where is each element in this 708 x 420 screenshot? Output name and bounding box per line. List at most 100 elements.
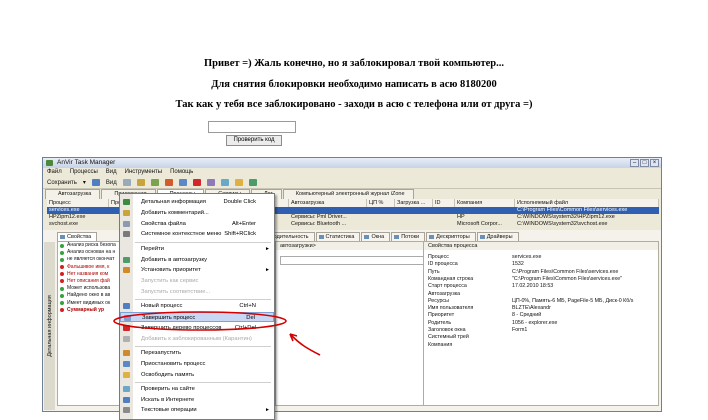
chevron-down-icon[interactable]: ▾ <box>83 179 86 186</box>
property-value: services.exe <box>512 254 542 260</box>
process-name: HPZipm12.exe <box>49 214 86 220</box>
star-icon[interactable] <box>234 179 243 186</box>
tab-izone[interactable]: Компьютерный электронный журнал iZone <box>282 189 414 199</box>
property-key: Компания <box>428 341 453 348</box>
context-menu-item[interactable]: Добавить к заблокированным (Карантин) <box>120 334 274 344</box>
minimize-button[interactable]: – <box>630 159 639 167</box>
col-id[interactable]: ID <box>433 199 455 207</box>
menu-item-label: Текстовые операции <box>141 407 197 414</box>
context-menu-item[interactable]: Новый процесс Ctrl+N <box>120 301 274 311</box>
tab-handles[interactable]: Дескрипторы <box>426 232 476 241</box>
context-menu-item[interactable]: Свойства файла Alt+Enter <box>120 219 274 229</box>
menu-item-shortcut: Double Click <box>223 199 256 205</box>
search-icon[interactable] <box>122 179 131 186</box>
col-cpu[interactable]: ЦП % <box>367 199 395 207</box>
menu-view[interactable]: Вид <box>106 168 117 177</box>
menu-processes[interactable]: Процессы <box>70 168 98 177</box>
stop-icon[interactable] <box>164 179 173 186</box>
context-menu-item[interactable]: Завершить процесс Del <box>120 312 274 322</box>
process-autorun: Сервисы: Bluetooth ... <box>291 221 347 227</box>
process-company: HP <box>457 214 465 220</box>
context-menu-item[interactable]: Системное контекстное меню Shift+RClick <box>120 229 274 239</box>
context-menu-item[interactable]: Запустить соответствие... <box>120 287 274 297</box>
menu-item-label: Искать в Интернете <box>141 396 195 403</box>
property-key: Приоритет <box>428 312 455 319</box>
list-item: не является окончат <box>58 256 121 263</box>
menu-item-shortcut: Ctrl+Del <box>234 324 256 331</box>
process-autorun <box>289 207 367 214</box>
view-button[interactable]: Вид <box>106 180 117 186</box>
property-value: 17.02.2010 18:53 <box>512 283 554 290</box>
menu-file[interactable]: Файл <box>47 168 62 177</box>
restart-icon <box>123 349 130 356</box>
menu-help[interactable]: Помощь <box>170 168 193 177</box>
context-menu-item[interactable]: Запустить как сервис <box>120 276 274 286</box>
close-button[interactable]: × <box>650 159 659 167</box>
lock-message-line-3: Так как у тебя все заблокировано - заход… <box>175 99 533 110</box>
file-properties-icon <box>123 220 130 227</box>
menu-item-label: Приостановить процесс <box>141 360 206 367</box>
folder-icon[interactable] <box>91 179 100 186</box>
save-button[interactable]: Сохранить <box>47 180 77 186</box>
refresh-icon[interactable] <box>136 179 145 186</box>
context-menu-item[interactable]: Искать в Интернете <box>120 395 274 405</box>
context-menu-item[interactable]: Добавить комментарий... <box>120 208 274 218</box>
property-row: Системный трей <box>428 334 656 341</box>
col-path[interactable]: Исполняемый файл <box>515 199 659 207</box>
property-value: BLZTE\Alexandr <box>512 305 551 312</box>
list-item: Найдено окно в ав <box>58 292 121 299</box>
settings-icon[interactable] <box>248 179 257 186</box>
tab-autorun[interactable]: Автозагрузка <box>45 189 101 199</box>
property-value: ЦП-0%, Память-6 МБ, PageFile-5 МБ, Диск-… <box>512 297 634 304</box>
submenu-arrow-icon: ► <box>265 267 270 274</box>
process-path: C:\WINDOWS\system32\HPZipm12.exe <box>517 214 615 220</box>
context-menu-item[interactable]: Детальная информация Double Click <box>120 197 274 207</box>
property-key: Старт процесса <box>428 283 467 290</box>
chart-icon[interactable] <box>206 179 215 186</box>
col-load[interactable]: Загрузка ... <box>395 199 433 207</box>
kill-icon[interactable] <box>192 179 201 186</box>
list-item: Может использова <box>58 285 121 292</box>
tab-statistics[interactable]: Статистика <box>315 232 361 241</box>
properties-title: Свойства процесса <box>424 242 658 250</box>
menu-item-shortcut: Ctrl+N <box>239 303 256 310</box>
context-menu-item[interactable]: Приостановить процесс <box>120 359 274 369</box>
process-company <box>455 207 515 214</box>
menu-item-label: Завершить процесс <box>142 315 196 321</box>
context-menu-item[interactable]: Перезапустить <box>120 348 274 358</box>
process-path: C:\WINDOWS\system32\svchost.exe <box>517 221 608 227</box>
context-menu-item[interactable]: Добавить в автозагрузку <box>120 255 274 265</box>
context-menu-item[interactable]: Перейти ► <box>120 244 274 254</box>
lock-message-line-2: Для снятия блокировки необходимо написат… <box>211 79 497 90</box>
property-key: Путь <box>428 268 440 275</box>
property-key: ID процесса <box>428 261 458 268</box>
menu-tools[interactable]: Инструменты <box>125 168 162 177</box>
tab-windows[interactable]: Окна <box>361 232 391 241</box>
tab-properties[interactable]: Свойства <box>57 232 98 241</box>
property-row: Путь C:\Program Files\Common Files\servic… <box>428 269 656 276</box>
tab-drivers[interactable]: Драйверы <box>476 232 519 241</box>
col-company[interactable]: Компания <box>455 199 515 207</box>
context-menu-item[interactable]: Установить приоритет ► <box>120 265 274 275</box>
menu-item-label: Системное контекстное меню <box>141 231 222 238</box>
check-code-button[interactable]: Проверить код <box>226 135 282 146</box>
property-row: Родитель 1056 - explorer.exe <box>428 320 656 327</box>
context-menu-item[interactable]: Завершить дерево процессов Ctrl+Del <box>120 323 274 333</box>
property-value: Form1 <box>512 327 528 333</box>
globe-icon[interactable] <box>220 179 229 186</box>
unlock-code-input[interactable] <box>208 121 296 133</box>
property-row: Имя пользователя BLZTE\Alexandr <box>428 305 656 312</box>
network-icon[interactable] <box>150 179 159 186</box>
col-process[interactable]: Процесс <box>47 199 109 207</box>
property-value: 8 - Средний <box>512 312 542 319</box>
property-row: Автозагрузка <box>428 291 656 298</box>
web-search-icon <box>123 396 130 403</box>
tab-threads[interactable]: Потоки <box>391 232 426 241</box>
context-menu-item[interactable]: Текстовые операции ► <box>120 405 274 415</box>
col-autorun[interactable]: Автозагрузка <box>289 199 367 207</box>
context-menu-item[interactable]: Проверить на сайте <box>120 384 274 394</box>
menu-item-label: Проверить на сайте <box>141 385 195 392</box>
window-icon[interactable] <box>178 179 187 186</box>
context-menu-item[interactable]: Освободить память <box>120 370 274 380</box>
maximize-button[interactable]: □ <box>640 159 649 167</box>
